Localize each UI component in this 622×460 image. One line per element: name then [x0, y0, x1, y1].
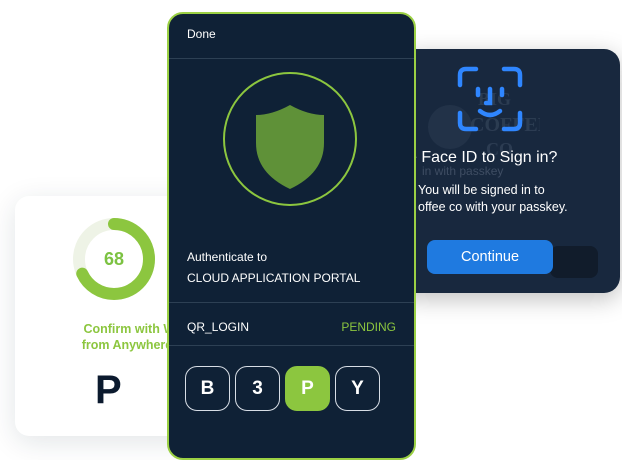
faceid-subtitle: You will be signed in to offee co with y…	[418, 182, 620, 216]
faceid-subtitle-line-1: You will be signed in to	[418, 183, 545, 197]
app-name: CLOUD APPLICATION PORTAL	[187, 271, 361, 285]
shield-icon	[223, 72, 357, 206]
code-box[interactable]: Y	[335, 366, 380, 411]
status-badge: PENDING	[341, 320, 396, 334]
auth-prefix: Authenticate to	[187, 250, 268, 264]
auth-phone-screen: Done Authenticate to CLOUD APPLICATION P…	[167, 12, 416, 460]
faceid-title: e Face ID to Sign in?	[408, 149, 558, 166]
header-divider	[169, 58, 414, 59]
continue-button[interactable]: Continue	[427, 240, 553, 274]
score-value: 68	[103, 248, 125, 269]
brand-logo: P	[95, 368, 122, 412]
code-divider	[169, 345, 414, 346]
section-divider	[169, 302, 414, 303]
face-id-icon	[457, 66, 523, 132]
code-row: B 3 P Y	[185, 366, 380, 411]
code-box[interactable]: 3	[235, 366, 280, 411]
ghost-button	[550, 246, 598, 278]
code-box[interactable]: B	[185, 366, 230, 411]
done-button[interactable]: Done	[187, 27, 216, 41]
request-type: QR_LOGIN	[187, 320, 250, 334]
code-box-selected[interactable]: P	[285, 366, 330, 411]
faceid-subtitle-line-2: offee co with your passkey.	[418, 200, 568, 214]
faceid-dialog: BIG COFFEE CO in with passkey e Face ID …	[400, 49, 620, 293]
